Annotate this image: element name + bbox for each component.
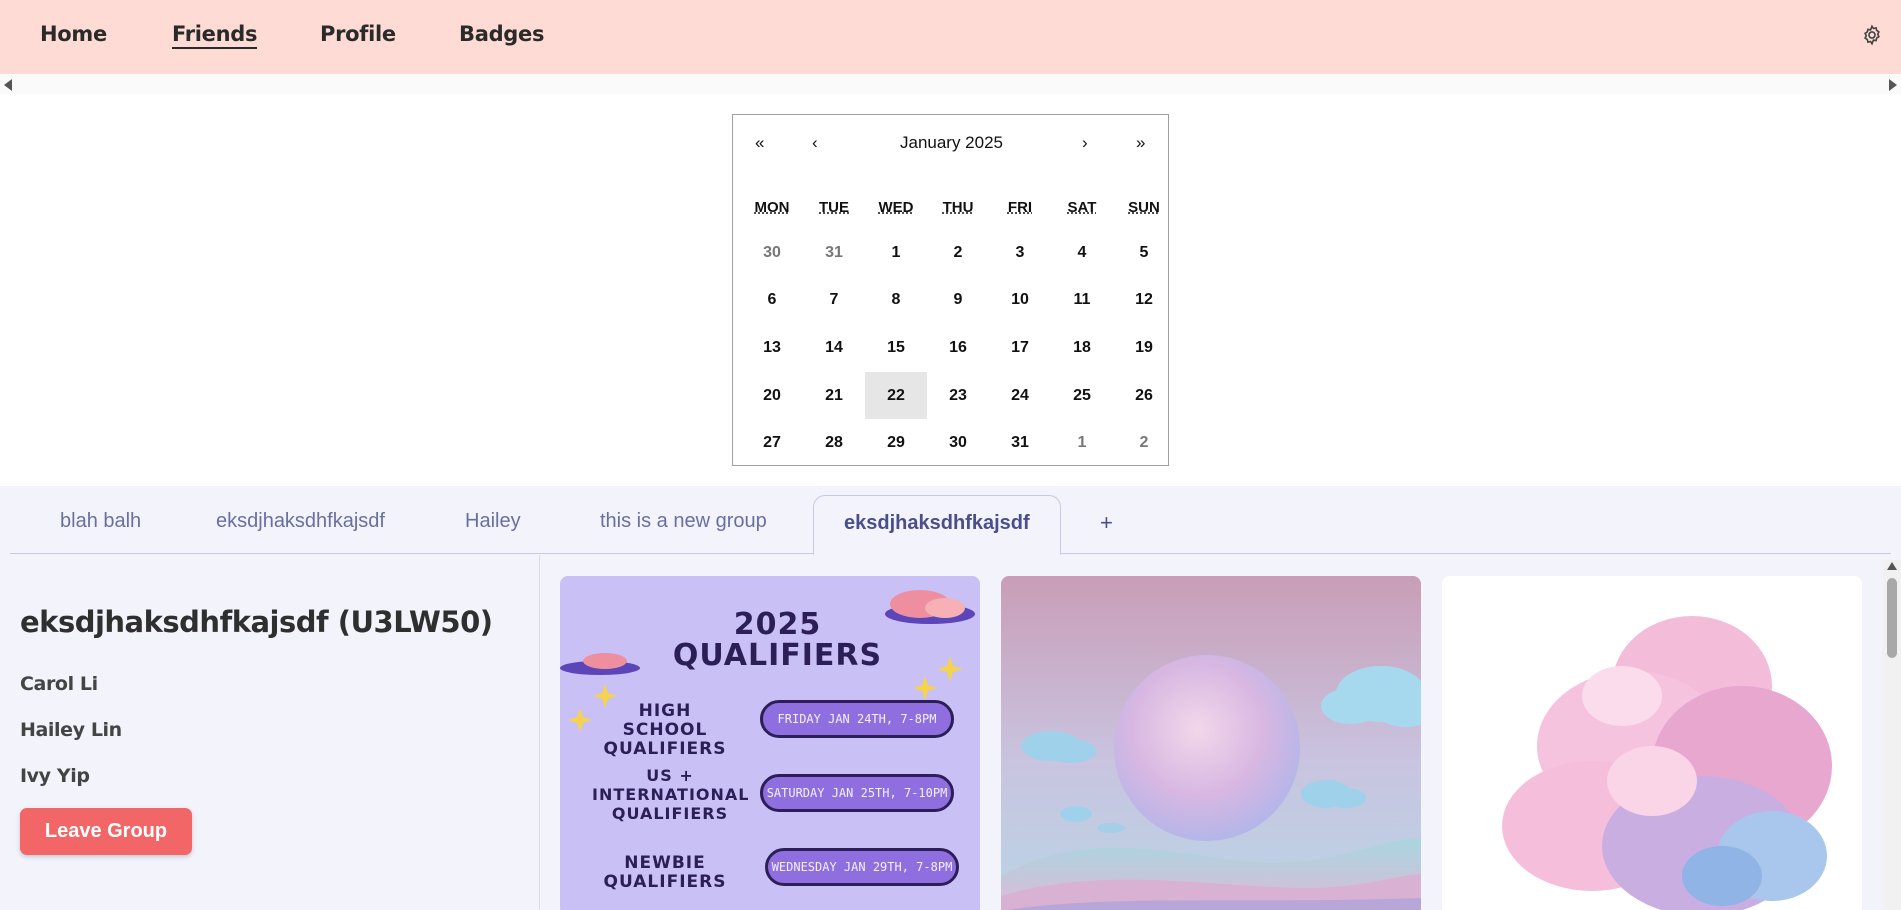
calendar-day[interactable]: 28 [803,419,865,467]
calendar-day[interactable]: 21 [803,372,865,420]
tab-eksdjhaksdhfkajsdf[interactable]: eksdjhaksdhfkajsdf [216,510,385,533]
calendar-day[interactable]: 4 [1051,229,1113,277]
calendar-day[interactable]: 30 [927,419,989,467]
group-tabs: blah balh eksdjhaksdhfkajsdf Hailey this… [10,486,1891,555]
calendar-day[interactable]: 30 [741,229,803,277]
poster-row-date: WEDNESDAY JAN 29TH, 7-8PM [765,848,959,886]
horizontal-scrollbar[interactable] [0,74,1901,94]
tab-eksdjhaksdhfkajsdf-active[interactable]: eksdjhaksdhfkajsdf [813,495,1061,555]
poster-heading: QUALIFIERS [672,638,883,673]
calendar-day[interactable]: 18 [1051,324,1113,372]
member-name: Hailey Lin [20,719,122,741]
calendar-day[interactable]: 16 [927,324,989,372]
scroll-right-icon[interactable] [1889,79,1897,91]
add-group-button[interactable]: + [1100,510,1113,536]
landscape-illustration [1001,576,1421,910]
calendar-day[interactable]: 9 [927,277,989,325]
member-name: Carol Li [20,673,98,695]
poster-row-name: US + INTERNATIONAL QUALIFIERS [592,766,750,823]
calendar-day[interactable]: 27 [741,419,803,467]
top-nav: Home Friends Profile Badges [0,0,1901,74]
calendar-day[interactable]: 8 [865,277,927,325]
poster-row-name: NEWBIE QUALIFIERS [603,853,727,892]
calendar-day[interactable]: 26 [1113,372,1175,420]
nav-profile[interactable]: Profile [320,22,396,46]
calendar-day[interactable]: 10 [989,277,1051,325]
tab-this-is-a-new-group[interactable]: this is a new group [600,510,767,533]
calendar-month-title[interactable]: January 2025 [733,133,1170,153]
calendar-day[interactable]: 6 [741,277,803,325]
calendar-day[interactable]: 11 [1051,277,1113,325]
calendar-day[interactable]: 7 [803,277,865,325]
poster-row-date: SATURDAY JAN 25TH, 7-10PM [760,774,954,812]
nav-friends[interactable]: Friends [172,22,257,49]
calendar-prev-year-button[interactable]: « [755,133,764,153]
weekday-label: SAT [1067,199,1097,216]
calendar-day[interactable]: 31 [989,419,1051,467]
calendar-day[interactable]: 22 [865,371,927,420]
calendar-day[interactable]: 2 [927,229,989,277]
moon-icon [1114,655,1300,841]
calendar-day[interactable]: 24 [989,372,1051,420]
qualifiers-poster-image[interactable]: 2025 QUALIFIERS HIGH SCHOOL QUALIFIERS F… [560,576,980,910]
calendar-day[interactable]: 1 [1051,419,1113,467]
cloud-illustration [1442,576,1862,910]
calendar-day[interactable]: 14 [803,324,865,372]
calendar-day[interactable]: 17 [989,324,1051,372]
calendar-next-month-button[interactable]: › [1082,133,1088,153]
weekday-label: FRI [1007,199,1033,216]
calendar-day[interactable]: 19 [1113,324,1175,372]
gear-icon[interactable] [1861,24,1883,46]
poster-year: 2025 [733,607,822,642]
poster-row-date: FRIDAY JAN 24TH, 7-8PM [760,700,954,738]
scroll-left-icon[interactable] [4,79,12,91]
nav-badges[interactable]: Badges [459,22,544,46]
calendar-day[interactable]: 2 [1113,419,1175,467]
weekday-label: THU [942,199,974,216]
dreamy-landscape-image[interactable] [1001,576,1421,910]
tab-hailey[interactable]: Hailey [465,510,521,533]
weekday-label: MON [754,199,790,216]
calendar-prev-month-button[interactable]: ‹ [812,133,818,153]
calendar-day[interactable]: 25 [1051,372,1113,420]
calendar-day[interactable]: 1 [865,229,927,277]
calendar-day[interactable]: 12 [1113,277,1175,325]
weekday-label: WED [878,199,914,216]
calendar-day[interactable]: 31 [803,229,865,277]
leave-group-button[interactable]: Leave Group [20,808,192,855]
calendar-day[interactable]: 13 [741,324,803,372]
calendar-next-year-button[interactable]: » [1136,133,1145,153]
calendar-day[interactable]: 29 [865,419,927,467]
calendar-day[interactable]: 3 [989,229,1051,277]
group-info-panel: eksdjhaksdhfkajsdf (U3LW50) Carol Li Hai… [10,555,540,910]
tab-blah-balh[interactable]: blah balh [60,510,141,533]
group-title: eksdjhaksdhfkajsdf (U3LW50) [20,605,493,639]
weekday-label: SUN [1128,199,1160,216]
calendar-day[interactable]: 15 [865,324,927,372]
group-gallery: 2025 QUALIFIERS HIGH SCHOOL QUALIFIERS F… [560,576,1880,910]
scroll-up-icon[interactable] [1887,562,1897,570]
calendar-day[interactable]: 20 [741,372,803,420]
calendar-day[interactable]: 23 [927,372,989,420]
pink-cloud-image[interactable] [1442,576,1862,910]
vertical-scrollbar[interactable] [1883,560,1901,910]
member-name: Ivy Yip [20,765,90,787]
weekday-label: TUE [819,199,849,216]
scrollbar-thumb[interactable] [1887,578,1897,658]
calendar-day[interactable]: 5 [1113,229,1175,277]
nav-home[interactable]: Home [40,22,107,46]
calendar-weekday-header: MON TUE WED THU FRI SAT SUN [741,199,1175,216]
calendar-day-grid: 30 31 1 2 3 4 5 6 7 8 9 10 11 12 13 14 15 16 17 18 19 20 21 22 2… [741,229,1175,467]
poster-row-name: HIGH SCHOOL QUALIFIERS [603,701,727,759]
calendar: January 2025 « ‹ › » MON TUE WED THU FRI SAT S… [732,114,1169,466]
